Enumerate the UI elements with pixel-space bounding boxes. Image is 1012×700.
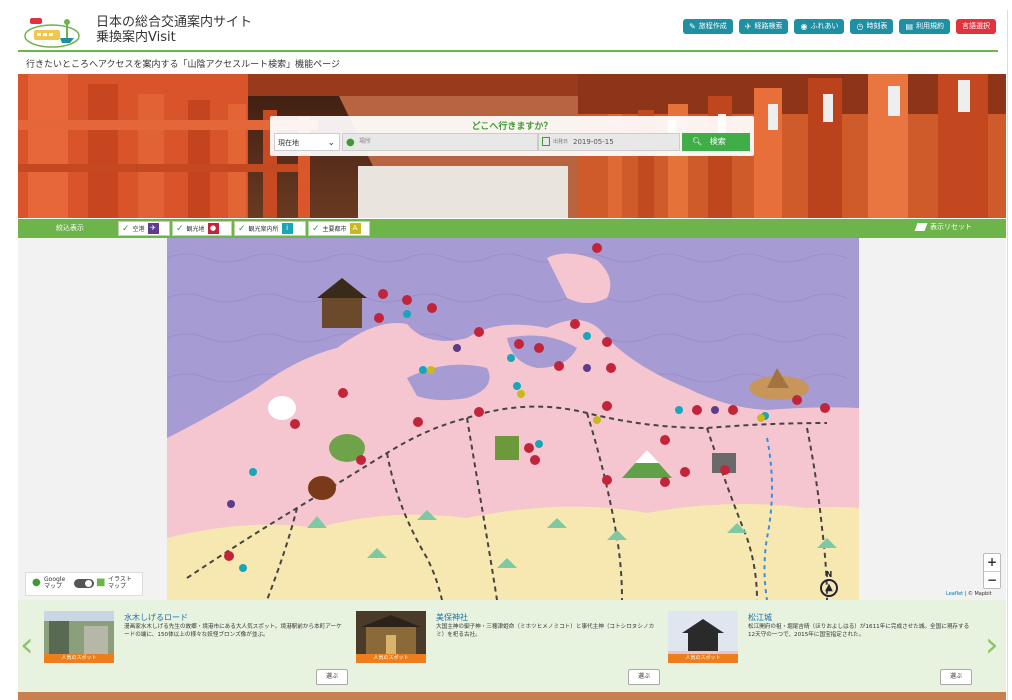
map-type-toggle[interactable]: ● Google マップ ■ イラスト マップ: [25, 572, 143, 596]
filter-bar: 絞込表示 ✓ 空港 ✈ ✓ 観光地 ● ✓ 観光案内所 i ✓ 主要都市 A 表…: [18, 219, 1006, 238]
spot-card: 人気のスポット 美保神社 大国主神の御子神・三穂津姫命（ミホツヒメノミコト）と事…: [356, 609, 661, 687]
map-pin-icon: ●: [32, 577, 41, 588]
check-icon: ✓: [176, 223, 184, 234]
north-compass: N ▲: [818, 570, 840, 598]
illustration-map-label-line2: マップ: [108, 583, 127, 590]
check-icon: ✓: [312, 223, 320, 234]
spot-title[interactable]: 水木しげるロード: [124, 612, 188, 623]
info-icon: i: [281, 223, 293, 234]
create-itinerary-button[interactable]: ✎ 旅程作成: [683, 19, 733, 34]
route-search-button[interactable]: ✈ 経路検索: [738, 19, 789, 34]
place-input[interactable]: ● 場所: [342, 133, 538, 151]
spot-title[interactable]: 松江城: [748, 612, 772, 623]
compass-arrow-icon: ▲: [820, 579, 838, 597]
spot-title[interactable]: 美保神社: [436, 612, 468, 623]
date-value: 2019-05-15: [573, 138, 614, 146]
search-button-label: 検索: [709, 137, 726, 146]
clock-icon: ◷: [856, 22, 864, 31]
illustrated-map[interactable]: [167, 238, 859, 600]
map-toggle-switch[interactable]: [74, 579, 94, 588]
feature-description-bar: 行きたいところへアクセスを案内する「山陰アクセスルート検索」機能ページ: [18, 50, 998, 75]
carousel-prev-arrow[interactable]: ‹: [20, 625, 34, 665]
search-icon: 🔍︎: [692, 137, 703, 146]
bus-icon: ◉: [800, 22, 808, 31]
attribution-text: | © Mapbit: [963, 591, 992, 597]
spot-description: 松江開府の祖・堀尾吉晴（ほりおよしはる）が1611年に完成させた城。全国に現存す…: [748, 624, 970, 638]
site-logo[interactable]: [24, 12, 82, 48]
feature-description-text: 行きたいところへアクセスを案内する「山陰アクセスルート検索」機能ページ: [26, 60, 340, 70]
search-panel: どこへ行きますか？ 現在地 ⌄ ● 場所 出発日 2019-05-15 🔍︎ 検…: [270, 116, 754, 156]
language-select-label: 言語選択: [962, 22, 990, 30]
reset-display-label: 表示リセット: [930, 223, 972, 231]
header-button-group: ✎ 旅程作成 ✈ 経路検索 ◉ ふれあい ◷ 時刻表 ▤ 利用規約 言語選択: [683, 19, 996, 34]
google-map-label-line2: マップ: [44, 583, 63, 590]
timetable-label: 時刻表: [866, 22, 888, 30]
origin-select-value: 現在地: [278, 139, 299, 147]
eraser-icon: [914, 223, 928, 231]
fureai-button[interactable]: ◉ ふれあい: [794, 19, 845, 34]
select-button[interactable]: 選ぶ: [316, 669, 348, 685]
site-title-line1: 日本の総合交通案内サイト: [96, 15, 253, 30]
popular-spot-badge: 人気のスポット: [356, 654, 426, 663]
carousel-next-arrow[interactable]: ›: [985, 625, 999, 665]
origin-select[interactable]: 現在地 ⌄: [274, 133, 340, 151]
illustration-map-icon: ■: [96, 577, 106, 588]
filter-airport-label: 空港: [132, 226, 145, 233]
north-label: N: [825, 570, 833, 579]
filter-major-city-label: 主要都市: [322, 226, 347, 233]
google-map-label-line1: Google: [44, 576, 66, 583]
map-attribution: Leaflet | © Mapbit: [946, 591, 992, 597]
filter-sightseeing[interactable]: ✓ 観光地 ●: [172, 221, 232, 236]
filter-airport[interactable]: ✓ 空港 ✈: [118, 221, 170, 236]
illustration-map-label: イラスト マップ: [108, 576, 132, 590]
map-pin-icon: ●: [207, 223, 219, 234]
calendar-icon: [542, 137, 550, 146]
terms-label: 利用規約: [916, 22, 944, 30]
select-button[interactable]: 選ぶ: [940, 669, 972, 685]
chevron-down-icon: ⌄: [327, 138, 335, 148]
filter-major-city[interactable]: ✓ 主要都市 A: [308, 221, 370, 236]
zoom-out-button[interactable]: −: [984, 572, 1000, 589]
plane-icon: ✈: [147, 223, 159, 234]
leaflet-link[interactable]: Leaflet: [946, 591, 963, 597]
timetable-button[interactable]: ◷ 時刻表: [850, 19, 894, 34]
map-pin-icon: ●: [346, 137, 355, 148]
spot-card: 人気のスポット 松江城 松江開府の祖・堀尾吉晴（ほりおよしはる）が1611年に完…: [668, 609, 973, 687]
site-header: 日本の総合交通案内サイト 乗換案内Visit ✎ 旅程作成 ✈ 経路検索 ◉ ふれあい…: [18, 10, 1006, 50]
terms-button[interactable]: ▤ 利用規約: [899, 19, 950, 34]
language-select-button[interactable]: 言語選択: [956, 19, 996, 34]
site-title-line2: 乗換案内Visit: [96, 30, 176, 45]
route-search-label: 経路検索: [754, 22, 783, 30]
plane-icon: ✈: [744, 22, 752, 31]
reset-display-button[interactable]: 表示リセット: [914, 222, 972, 232]
select-button[interactable]: 選ぶ: [628, 669, 660, 685]
zoom-control: + −: [983, 553, 1001, 589]
check-icon: ✓: [122, 223, 130, 234]
illustration-map-label-line1: イラスト: [108, 576, 132, 583]
filter-sightseeing-label: 観光地: [186, 226, 205, 233]
spot-card: 人気のスポット 水木しげるロード 漫画家水木しげる先生の故郷・境港市にある大人気…: [44, 609, 349, 687]
popular-spot-badge: 人気のスポット: [668, 654, 738, 663]
create-itinerary-label: 旅程作成: [698, 22, 727, 30]
place-input-placeholder: 場所: [359, 138, 372, 145]
footer-image-strip: [18, 692, 1006, 700]
date-label: 出発日: [553, 139, 569, 145]
zoom-in-button[interactable]: +: [984, 554, 1000, 572]
spot-description: 大国主神の御子神・三穂津姫命（ミホツヒメノミコト）と事代主神（コトシロヌシノカミ…: [436, 624, 655, 638]
filter-tourist-info-label: 観光案内所: [248, 226, 279, 233]
date-input[interactable]: 出発日 2019-05-15: [538, 133, 680, 151]
fureai-label: ふれあい: [810, 22, 839, 30]
document-icon: ▤: [905, 22, 913, 31]
popular-spot-badge: 人気のスポット: [44, 654, 114, 663]
check-icon: ✓: [238, 223, 246, 234]
search-button[interactable]: 🔍︎ 検索: [682, 133, 750, 151]
search-panel-title: どこへ行きますか？: [471, 122, 553, 132]
site-title: 日本の総合交通案内サイト 乗換案内Visit: [96, 15, 252, 45]
filter-label: 絞込表示: [56, 224, 84, 232]
filter-tourist-info[interactable]: ✓ 観光案内所 i: [234, 221, 306, 236]
google-map-label: Google マップ: [44, 576, 65, 590]
pencil-icon: ✎: [689, 22, 696, 31]
city-icon: A: [349, 223, 361, 234]
spot-description: 漫画家水木しげる先生の故郷・境港市にある大人気スポット。境港駅前から本町アーケー…: [124, 624, 342, 638]
